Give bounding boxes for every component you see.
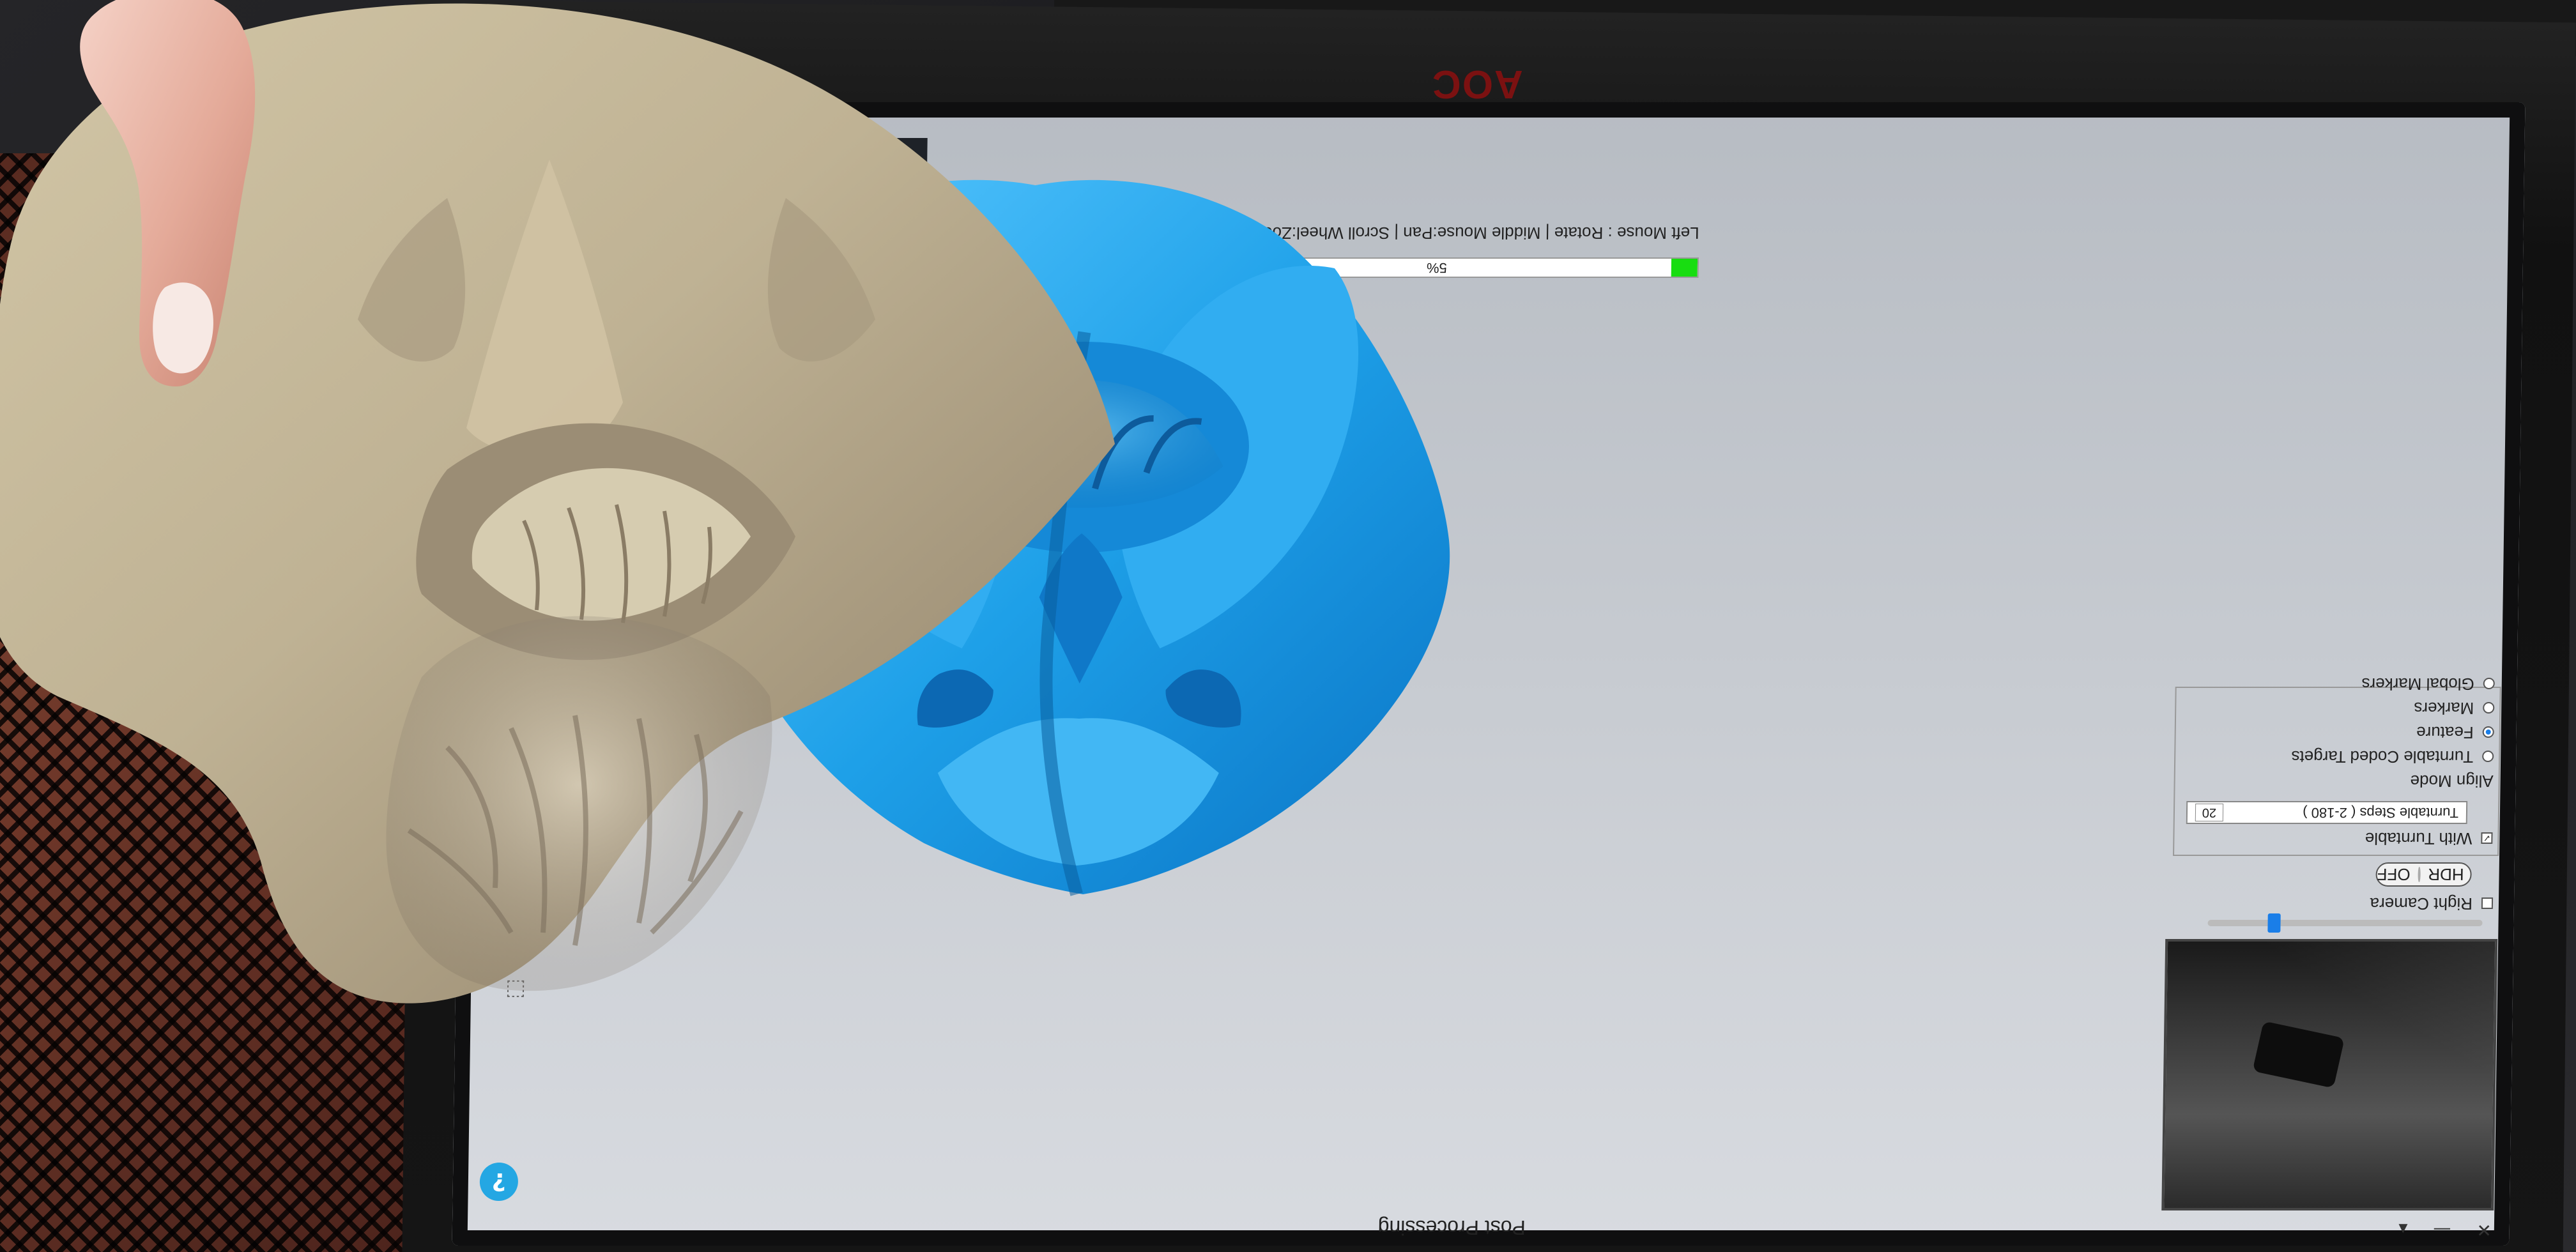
scanner-screen: Post Processing ✕ — ▴ ▲ ▣ ◉ ✉ ◔ ⧉ ⌕ ⊞ Po…	[452, 102, 2526, 1246]
right-camera-row[interactable]: Right Camera	[2370, 894, 2494, 913]
camera-panel	[2161, 913, 2498, 1210]
close-icon[interactable]: ✕	[2476, 1219, 2492, 1241]
hdr-state: OFF	[2377, 865, 2411, 885]
window-title: Post Processing	[1377, 1216, 1526, 1239]
with-turntable-label: With Turntable	[2365, 829, 2472, 848]
radio-global-markers[interactable]: Global Markers	[2361, 674, 2495, 694]
camera-preview	[2161, 939, 2498, 1210]
minimize-icon[interactable]: —	[2433, 1219, 2451, 1241]
turntable-steps-label: Turntable Steps ( 2-180 )	[2303, 805, 2459, 821]
camera-slider-knob[interactable]	[2267, 913, 2281, 933]
photo-scene: AOC Post Processing ✕ — ▴ ▲ ▣ ◉ ✉ ◔ ⧉ ⌕ …	[0, 0, 2576, 1252]
turntable-steps-field[interactable]: Turntable Steps ( 2-180 ) 20	[2186, 801, 2468, 824]
turntable-coded-targets-label: Turntable Coded Targets	[2291, 747, 2474, 767]
radio-markers[interactable]: Markers	[2414, 698, 2495, 718]
search-icon[interactable]: ⌕	[546, 148, 568, 169]
radio-global-markers-indicator[interactable]	[2483, 678, 2495, 690]
task-view-icon[interactable]: ⧉	[602, 148, 624, 169]
radio-turntable-coded-targets-indicator[interactable]	[2482, 751, 2494, 763]
right-camera-label: Right Camera	[2370, 894, 2473, 913]
turntable-settings-box: With Turntable Turntable Steps ( 2-180 )…	[2173, 675, 2501, 856]
hdr-label: HDR	[2428, 865, 2464, 885]
help-icon[interactable]: ?	[479, 1163, 519, 1201]
windows-icon[interactable]: ⊞	[491, 148, 512, 169]
radio-feature[interactable]: Feature	[2416, 722, 2494, 742]
hdr-toggle-knob[interactable]	[2418, 867, 2421, 882]
scanned-3d-model	[725, 179, 1450, 896]
points-value: 8,641,781	[530, 215, 610, 235]
with-turntable-row[interactable]: With Turntable	[2365, 828, 2493, 848]
markers-label: Markers	[2414, 699, 2474, 718]
radio-markers-indicator[interactable]	[2483, 702, 2495, 714]
cube-icon[interactable]: ⬚	[493, 977, 526, 1003]
turntable-steps-value[interactable]: 20	[2195, 804, 2224, 821]
align-mode-row: Align Mode	[2410, 771, 2494, 791]
hdr-toggle[interactable]: HDR OFF	[2375, 862, 2472, 887]
scan-settings-panel: Right Camera HDR OFF With Turntable Turn…	[2166, 675, 2501, 913]
radio-feature-indicator[interactable]	[2482, 726, 2494, 738]
radio-turntable-coded-targets[interactable]: Turntable Coded Targets	[2291, 747, 2494, 767]
camera-slider[interactable]	[2207, 913, 2483, 933]
right-camera-checkbox[interactable]	[2481, 897, 2494, 910]
maximize-icon[interactable]: ▴	[2398, 1219, 2408, 1241]
align-mode-label: Align Mode	[2410, 772, 2494, 791]
with-turntable-checkbox[interactable]	[2481, 832, 2493, 844]
triangles-value: 17,283,562	[530, 192, 620, 212]
window-controls: ✕ — ▴	[2398, 1219, 2492, 1241]
global-markers-label: Global Markers	[2361, 675, 2474, 694]
monitor-logo: AOC	[1431, 62, 1523, 106]
feature-label: Feature	[2416, 723, 2474, 742]
